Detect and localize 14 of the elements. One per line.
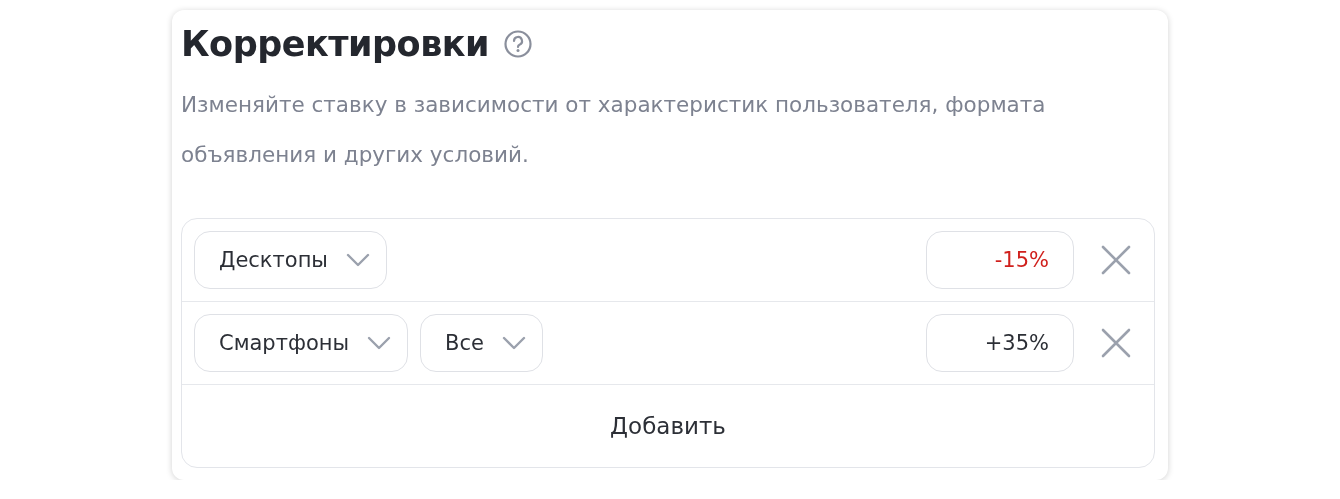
chevron-down-icon: [345, 253, 370, 267]
dropdown-select[interactable]: Десктопы: [194, 231, 387, 289]
percent-field[interactable]: +35%: [926, 314, 1074, 372]
chevron-down-icon: [367, 336, 392, 350]
dropdown-select[interactable]: Смартфоны: [194, 314, 409, 372]
section-title: Корректировки: [181, 24, 490, 64]
help-icon[interactable]: [503, 29, 534, 59]
add-button[interactable]: Добавить: [182, 385, 1154, 467]
percent-field[interactable]: -15%: [926, 231, 1074, 289]
close-icon[interactable]: [1100, 327, 1132, 359]
close-icon[interactable]: [1100, 244, 1132, 276]
dropdown-select[interactable]: Все: [420, 314, 543, 372]
chevron-down-icon: [501, 336, 526, 350]
description-text: Изменяйте ставку в зависимости от характеристик пользователя, формата объявления и других условий.: [181, 91, 1047, 169]
